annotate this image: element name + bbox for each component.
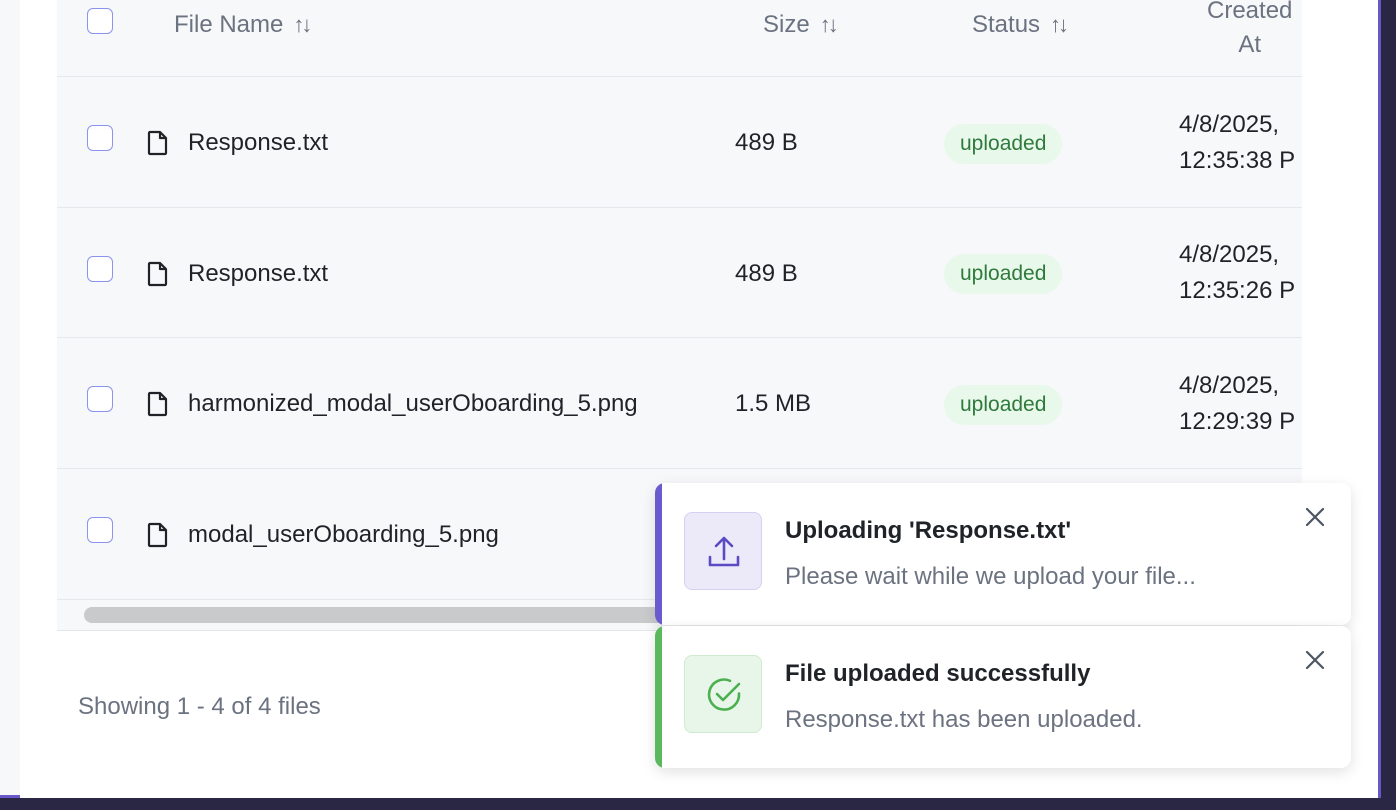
column-header-status[interactable]: Status ↑↓ xyxy=(972,11,1069,39)
row-checkbox[interactable] xyxy=(87,517,113,543)
file-icon xyxy=(147,261,168,287)
created-at: 4/8/2025, 12:29:39 P xyxy=(1179,368,1295,440)
column-header-label: File Name xyxy=(174,11,284,38)
pagination-summary: Showing 1 - 4 of 4 files xyxy=(78,693,321,720)
created-time: 12:35:26 P xyxy=(1179,277,1296,304)
status-badge: uploaded xyxy=(944,254,1063,294)
table-header-row: File Name ↑↓ Size ↑↓ Status ↑↓ Created At xyxy=(57,0,1302,77)
file-name[interactable]: harmonized_modal_userOboarding_5.png xyxy=(188,390,638,418)
row-checkbox[interactable] xyxy=(87,386,113,412)
toast-title: File uploaded successfully xyxy=(785,660,1091,687)
upload-success-toast: File uploaded successfully Response.txt … xyxy=(655,626,1351,768)
created-time: 12:35:38 P xyxy=(1179,147,1296,174)
file-icon xyxy=(147,130,168,156)
row-checkbox[interactable] xyxy=(87,125,113,151)
status-badge: uploaded xyxy=(944,124,1063,164)
created-date: 4/8/2025, xyxy=(1179,241,1280,268)
table-row[interactable]: harmonized_modal_userOboarding_5.png 1.5… xyxy=(57,338,1302,469)
toast-accent-bar xyxy=(655,626,662,768)
sort-icon: ↑↓ xyxy=(1050,12,1069,37)
file-size: 1.5 MB xyxy=(735,390,812,417)
upload-icon xyxy=(708,536,740,567)
upload-progress-toast: Uploading 'Response.txt' Please wait whi… xyxy=(655,483,1351,625)
close-icon[interactable] xyxy=(1303,505,1327,529)
column-header-label: Created xyxy=(1207,0,1293,24)
table-row[interactable]: Response.txt 489 B uploaded 4/8/2025, 12… xyxy=(57,208,1302,338)
column-header-label: Size xyxy=(763,11,810,38)
column-header-label: Status xyxy=(972,11,1041,38)
file-name[interactable]: Response.txt xyxy=(188,129,328,157)
file-name[interactable]: Response.txt xyxy=(188,260,328,288)
column-header-size[interactable]: Size ↑↓ xyxy=(763,11,839,39)
sort-icon: ↑↓ xyxy=(293,12,312,37)
toast-message: Response.txt has been uploaded. xyxy=(785,706,1143,733)
toast-icon-container xyxy=(684,512,762,590)
file-size: 489 B xyxy=(735,129,798,156)
toast-accent-bar xyxy=(655,483,662,625)
table-row[interactable]: Response.txt 489 B uploaded 4/8/2025, 12… xyxy=(57,77,1302,208)
select-all-checkbox[interactable] xyxy=(87,8,113,34)
status-badge: uploaded xyxy=(944,385,1063,425)
created-date: 4/8/2025, xyxy=(1179,111,1280,138)
created-at: 4/8/2025, 12:35:38 P xyxy=(1179,107,1295,179)
check-circle-icon xyxy=(707,678,741,711)
close-icon[interactable] xyxy=(1303,648,1327,672)
toast-message: Please wait while we upload your file... xyxy=(785,563,1196,590)
horizontal-scrollbar[interactable] xyxy=(84,607,674,623)
column-header-created-at[interactable]: Created At xyxy=(1207,0,1292,62)
created-date: 4/8/2025, xyxy=(1179,372,1280,399)
file-icon xyxy=(147,522,168,548)
column-header-file-name[interactable]: File Name ↑↓ xyxy=(174,11,312,39)
column-header-label: At xyxy=(1238,31,1262,58)
sort-icon: ↑↓ xyxy=(819,12,839,37)
file-icon xyxy=(147,391,168,417)
file-size: 489 B xyxy=(735,260,798,287)
file-name[interactable]: modal_userOboarding_5.png xyxy=(188,521,499,549)
toast-icon-container xyxy=(684,655,762,733)
created-at: 4/8/2025, 12:35:26 P xyxy=(1179,237,1295,309)
created-time: 12:29:39 P xyxy=(1179,408,1296,435)
row-checkbox[interactable] xyxy=(87,256,113,282)
toast-title: Uploading 'Response.txt' xyxy=(785,517,1072,544)
